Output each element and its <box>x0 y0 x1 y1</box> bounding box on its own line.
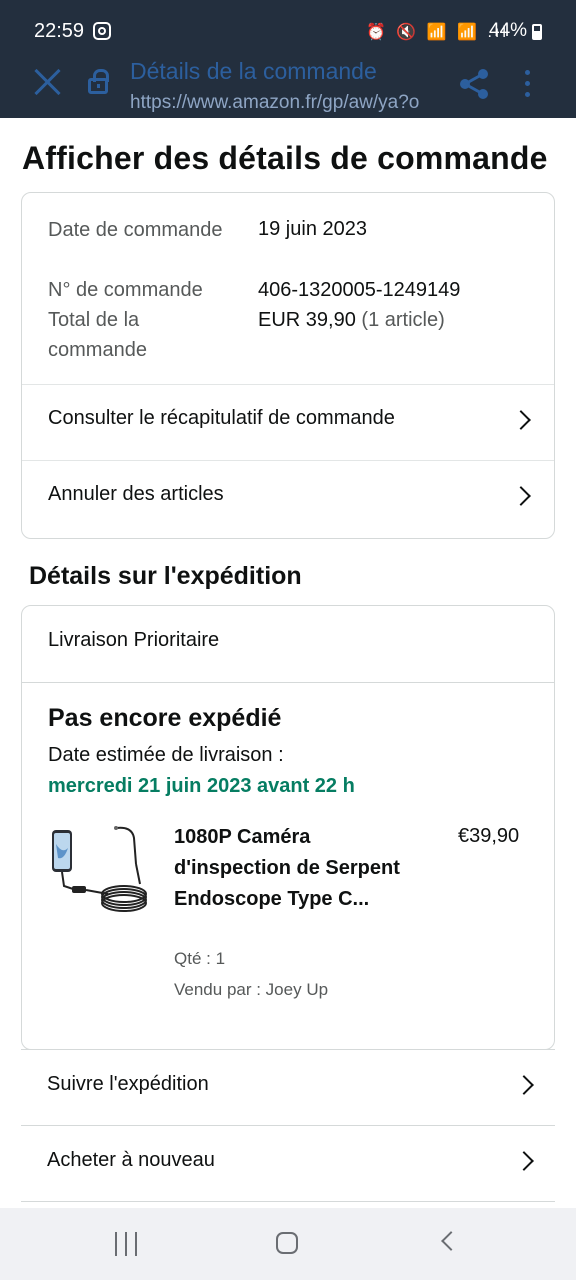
close-icon[interactable] <box>34 68 62 96</box>
buy-again-label: Acheter à nouveau <box>47 1149 215 1171</box>
status-time: 22:59 <box>34 20 85 42</box>
chevron-right-icon <box>511 410 531 430</box>
system-navigation-bar <box>0 1208 576 1280</box>
shipping-section-title: Détails sur l'expédition <box>29 562 302 590</box>
next-row-partial[interactable] <box>21 1201 555 1208</box>
order-number-value: 406-1320005-1249149 <box>258 279 461 301</box>
shipping-method: Livraison Prioritaire <box>48 629 220 651</box>
cancel-items-label: Annuler des articles <box>48 483 224 505</box>
order-date-value: 19 juin 2023 <box>258 218 367 240</box>
browser-header: 22:59 ⏰ 🔇 📶 📶 .ıl 44% Détails de la comm… <box>0 0 576 118</box>
product-name[interactable]: 1080P Caméra d'inspection de Serpent End… <box>174 822 404 915</box>
cancel-items-row[interactable]: Annuler des articles <box>22 460 554 537</box>
product-price: €39,90 <box>458 825 520 847</box>
chevron-right-icon <box>514 1075 534 1095</box>
battery-icon <box>532 24 542 40</box>
home-icon[interactable] <box>276 1232 298 1254</box>
track-shipment-row[interactable]: Suivre l'expédition <box>21 1049 555 1126</box>
product-quantity: Qté : 1 <box>174 949 226 968</box>
shipment-status: Pas encore expédié <box>48 704 282 732</box>
shipment-card: Livraison Prioritaire Pas encore expédié… <box>21 605 555 1050</box>
custom-tab-toolbar: Détails de la commande https://www.amazo… <box>0 54 576 118</box>
track-shipment-label: Suivre l'expédition <box>47 1073 209 1095</box>
lock-icon[interactable] <box>88 69 109 94</box>
delivery-estimate-label: Date estimée de livraison : <box>48 744 284 766</box>
product-seller: Vendu par : Joey Up <box>174 980 329 999</box>
delivery-estimate-date: mercredi 21 juin 2023 avant 22 h <box>48 775 355 797</box>
tab-url[interactable]: https://www.amazon.fr/gp/aw/ya?o <box>130 92 442 114</box>
chevron-right-icon <box>511 486 531 506</box>
tab-title: Détails de la commande <box>130 58 377 84</box>
page-title: Afficher des détails de commande <box>22 140 548 176</box>
order-total-value: EUR 39,90 (1 article) <box>258 305 445 335</box>
view-order-summary-row[interactable]: Consulter le récapitulatif de commande <box>22 384 554 461</box>
order-date-label: Date de commande <box>48 219 223 241</box>
view-order-summary-label: Consulter le récapitulatif de commande <box>48 407 395 429</box>
more-options-icon[interactable] <box>525 70 531 100</box>
recent-apps-icon[interactable] <box>115 1232 137 1256</box>
back-icon[interactable] <box>441 1231 461 1251</box>
buy-again-row[interactable]: Acheter à nouveau <box>21 1125 555 1202</box>
share-icon[interactable] <box>456 66 492 102</box>
order-number-label: N° de commande <box>48 279 203 301</box>
chevron-right-icon <box>514 1151 534 1171</box>
order-total-label: Total de la commande <box>48 309 147 361</box>
order-total-amount: EUR 39,90 <box>258 309 356 331</box>
system-status-icons: ⏰ 🔇 📶 📶 .ıl <box>366 24 509 41</box>
battery-percent: 44% <box>489 20 528 41</box>
order-summary-card: Date de commande 19 juin 2023 N° de comm… <box>21 192 555 539</box>
instagram-icon <box>93 22 111 40</box>
product-image[interactable] <box>46 824 150 928</box>
order-item-count: (1 article) <box>361 309 445 331</box>
divider <box>22 682 554 683</box>
